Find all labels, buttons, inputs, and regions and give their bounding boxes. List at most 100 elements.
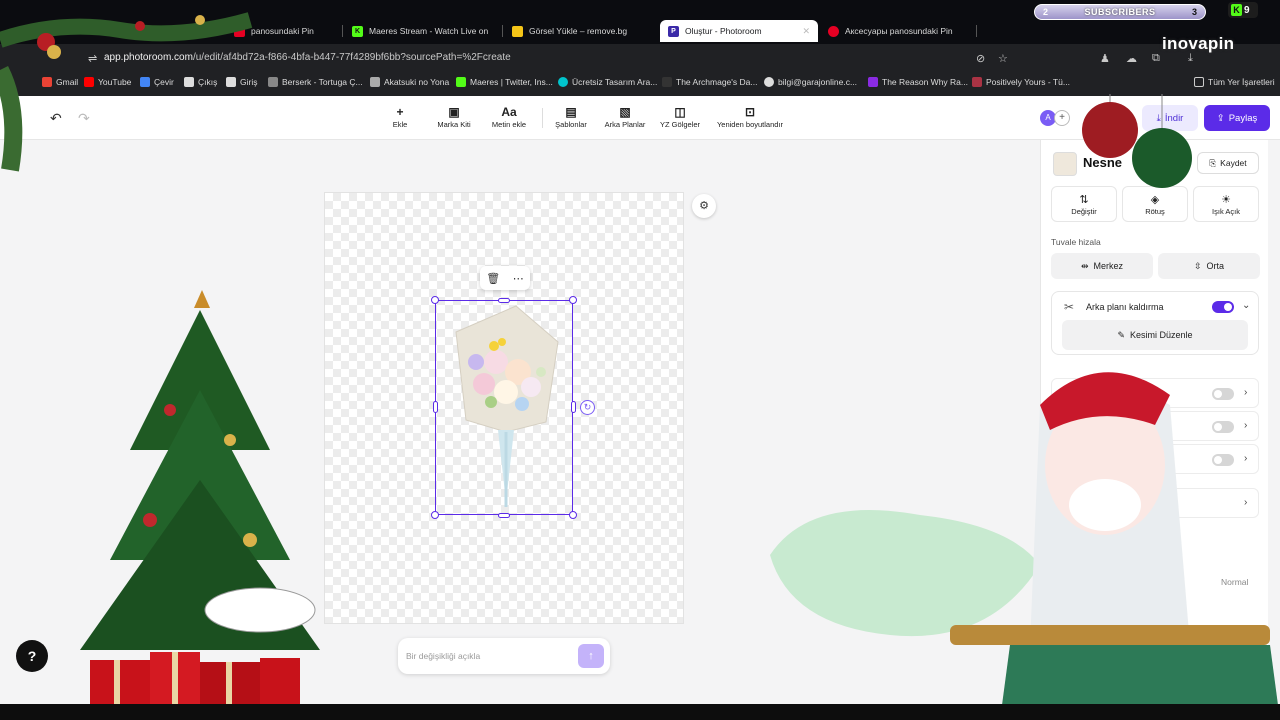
photoroom-icon: P <box>668 25 679 37</box>
bookmark-canva[interactable]: Ücretsiz Tasarım Ara... <box>558 77 657 87</box>
folder-icon <box>1194 77 1204 87</box>
kick-icon: K <box>1231 4 1242 16</box>
site-icon <box>370 77 380 87</box>
canvas-options-icon[interactable]: ⚙ <box>692 194 716 218</box>
align-center-button[interactable]: ⇹ Merkez <box>1051 253 1153 279</box>
brand-kit-icon: ▣ <box>448 105 460 119</box>
tab-label: Maeres Stream - Watch Live on <box>369 26 489 36</box>
share-button[interactable]: ⇪ Paylaş <box>1204 105 1270 131</box>
removebg-icon <box>512 25 523 37</box>
tab-separator <box>342 25 343 37</box>
kick-follower-widget: K 9 <box>1228 2 1258 18</box>
tool-add[interactable]: + Ekle <box>384 104 416 129</box>
resize-handle[interactable] <box>498 298 510 303</box>
more-icon[interactable]: ⋯ <box>513 272 524 285</box>
bookmark-reason[interactable]: The Reason Why Ra... <box>868 77 968 87</box>
kick-icon: K <box>352 25 363 37</box>
extension-icon[interactable]: ☁ <box>1126 52 1137 65</box>
garland-decoration <box>0 12 253 172</box>
tool-templates[interactable]: ▤ Şablonlar <box>550 104 592 129</box>
tab-removebg[interactable]: Görsel Yükle – remove.bg <box>504 20 658 42</box>
tool-add-text[interactable]: Aa Metin ekle <box>486 104 532 129</box>
tool-backgrounds[interactable]: ▧ Arka Planlar <box>600 104 650 129</box>
close-tab-icon[interactable]: ✕ <box>802 26 810 37</box>
globe-icon <box>764 77 774 87</box>
eraser-icon: ◈ <box>1150 193 1160 206</box>
invite-plus-icon[interactable]: + <box>1054 110 1070 126</box>
watermark-logo: inovapin <box>1162 34 1235 53</box>
canva-icon <box>558 77 568 87</box>
align-middle-icon: ⇳ <box>1193 260 1202 271</box>
subscribers-label: SUBSCRIBERS <box>1084 7 1156 17</box>
align-section-label: Tuvale hizala <box>1051 237 1101 247</box>
kick-icon <box>456 77 466 87</box>
tab-kick[interactable]: K Maeres Stream - Watch Live on <box>344 20 500 42</box>
tab-pinterest-2[interactable]: Aкcecyapы panosundaki Pin <box>820 20 976 42</box>
tool-resize[interactable]: ⊡ Yeniden boyutlandır <box>710 104 790 129</box>
eye-off-icon[interactable]: ⊘ <box>976 52 985 65</box>
resize-handle[interactable] <box>498 513 510 518</box>
bookmark-positively[interactable]: Positively Yours - Tü... <box>972 77 1070 87</box>
share-icon: ⇪ <box>1216 112 1225 124</box>
resize-handle[interactable] <box>431 296 439 304</box>
align-middle-button[interactable]: ⇳ Orta <box>1158 253 1260 279</box>
extensions-puzzle-icon[interactable]: ⧉ <box>1152 52 1160 65</box>
light-on-button[interactable]: ☀ Işık Açık <box>1193 186 1259 222</box>
ornaments-decoration <box>1082 94 1192 188</box>
kick-count: 9 <box>1244 4 1250 16</box>
extension-icon[interactable]: ♟ <box>1100 52 1110 65</box>
background-removal-toggle[interactable] <box>1212 301 1234 313</box>
tab-label: Aкcecyapы panosundaki Pin <box>845 26 953 36</box>
ai-shadows-icon: ◫ <box>674 105 686 119</box>
pinterest-icon <box>828 25 839 37</box>
text-icon: Aa <box>501 105 517 119</box>
swap-icon: ⇅ <box>1079 193 1089 206</box>
bookmark-archmage[interactable]: The Archmage's Da... <box>662 77 757 87</box>
send-arrow-icon[interactable]: ↑ <box>578 644 604 668</box>
align-center-icon: ⇹ <box>1080 260 1089 271</box>
trash-icon[interactable]: 🗑 <box>486 272 500 285</box>
tab-separator <box>976 25 977 37</box>
prompt-input[interactable]: Bir değişikliği açıkla ↑ <box>398 638 610 674</box>
resize-handle[interactable] <box>571 401 576 413</box>
scissors-icon: ✂ <box>1064 300 1075 314</box>
resize-handle[interactable] <box>569 296 577 304</box>
templates-icon: ▤ <box>565 105 577 119</box>
tab-label: panosundaki Pin <box>251 26 314 36</box>
resize-handle[interactable] <box>431 511 439 519</box>
bookmark-maeres[interactable]: Maeres | Twitter, Ins... <box>456 77 553 87</box>
plus-icon: + <box>396 105 404 119</box>
tab-label: Oluştur - Photoroom <box>685 26 762 36</box>
site-icon <box>972 77 982 87</box>
site-icon <box>662 77 672 87</box>
bottom-strip <box>0 704 1280 720</box>
bookmark-garajonline[interactable]: bilgi@garajonline.c... <box>764 77 857 87</box>
bookmark-berserk[interactable]: Berserk - Tortuga Ç... <box>268 77 363 87</box>
site-icon <box>868 77 878 87</box>
vtuber-avatar-decoration <box>770 372 1280 720</box>
bookmark-star-icon[interactable]: ☆ <box>998 52 1008 65</box>
tab-photoroom[interactable]: P Oluştur - Photoroom ✕ <box>660 20 818 42</box>
tab-label: Görsel Yükle – remove.bg <box>529 26 628 36</box>
object-toolbar: 🗑 ⋯ <box>480 266 530 290</box>
backgrounds-icon: ▧ <box>619 105 631 119</box>
subscribers-count-left: 2 <box>1043 7 1049 17</box>
christmas-tree-decoration <box>80 290 320 704</box>
selection-box[interactable] <box>435 300 573 515</box>
tab-separator <box>502 25 503 37</box>
tool-brand-kit[interactable]: ▣ Marka Kiti <box>432 104 476 129</box>
prompt-placeholder: Bir değişikliği açıkla <box>406 651 481 661</box>
bookmark-akatsuki[interactable]: Akatsuki no Yona <box>370 77 449 87</box>
pencil-icon: ✎ <box>1117 329 1125 340</box>
all-bookmarks[interactable]: Tüm Yer İşaretleri <box>1194 77 1275 87</box>
chevron-down-icon[interactable]: ⌄ <box>1242 300 1250 311</box>
help-icon[interactable]: ? <box>16 640 48 672</box>
resize-handle[interactable] <box>569 511 577 519</box>
save-button[interactable]: ⎘ Kaydet <box>1197 152 1259 174</box>
rotate-icon[interactable]: ↻ <box>580 400 595 415</box>
resize-icon: ⊡ <box>744 105 756 119</box>
subscribers-widget: 2 SUBSCRIBERS 3 <box>1034 4 1206 20</box>
object-thumbnail <box>1053 152 1077 176</box>
resize-handle[interactable] <box>433 401 438 413</box>
tool-ai-shadows[interactable]: ◫ YZ Gölgeler <box>656 104 704 129</box>
